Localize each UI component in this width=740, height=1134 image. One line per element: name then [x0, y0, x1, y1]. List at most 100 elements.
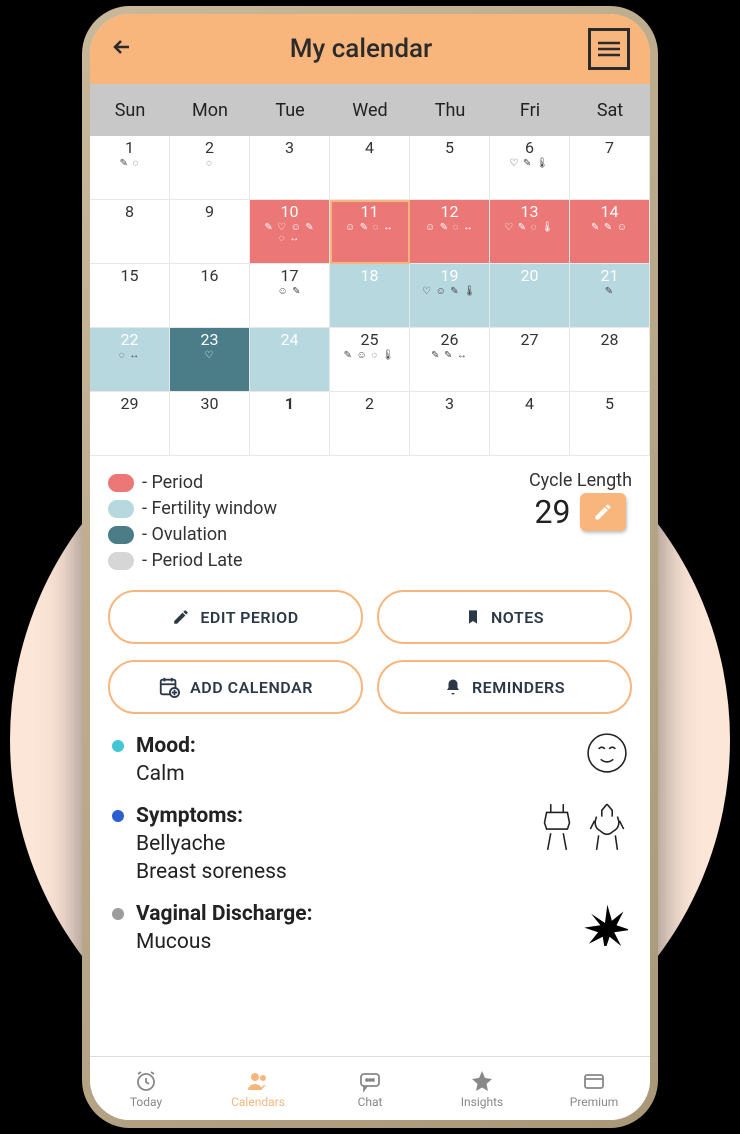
- calendar-day-cell[interactable]: 25✎ ☺ ◌ 🌡: [330, 328, 410, 392]
- calendar-day-cell[interactable]: 29: [90, 392, 170, 456]
- calendar-day-cell[interactable]: 12☺ ✎ ◌ ↔: [410, 200, 490, 264]
- calendar-day-cell[interactable]: 7: [570, 136, 650, 200]
- weekday-cell: Wed: [330, 84, 410, 136]
- calendar-day-cell[interactable]: 5: [570, 392, 650, 456]
- bellyache-icon: [536, 802, 578, 852]
- day-indicator-icons: ✎: [605, 286, 614, 297]
- calendar-day-cell[interactable]: 13♡ ✎ ◌ 🌡: [490, 200, 570, 264]
- calendar-day-cell[interactable]: 20: [490, 264, 570, 328]
- calendar-day-cell[interactable]: 26✎ ✎ ↔: [410, 328, 490, 392]
- calendar-day-cell[interactable]: 17☺ ✎: [250, 264, 330, 328]
- cycle-length-box: Cycle Length 29: [529, 470, 632, 574]
- calendar-day-cell[interactable]: 18: [330, 264, 410, 328]
- calendar-day-cell[interactable]: 23♡: [170, 328, 250, 392]
- cycle-length-value: 29: [535, 493, 571, 531]
- calendar-day-cell[interactable]: 8: [90, 200, 170, 264]
- day-indicator-icons: ◌ ↔: [119, 350, 140, 361]
- tab-premium-label: Premium: [570, 1095, 618, 1109]
- day-indicator-icons: ♡ ✎ 🌡: [510, 158, 550, 169]
- tab-today-label: Today: [130, 1095, 162, 1109]
- legend-item: - Period: [108, 470, 277, 496]
- notes-label: NOTES: [491, 608, 544, 627]
- discharge-row: Vaginal Discharge: Mucous: [112, 900, 628, 956]
- legend-label: - Fertility window: [142, 496, 277, 522]
- tab-calendars[interactable]: Calendars: [202, 1057, 314, 1120]
- legend-dot: [108, 474, 134, 492]
- splat-icon: [582, 900, 628, 946]
- add-calendar-button[interactable]: ADD CALENDAR: [108, 660, 363, 714]
- legend-item: - Fertility window: [108, 496, 277, 522]
- calendar-day-cell[interactable]: 10✎ ♡ ☺ ✎◌ ↔: [250, 200, 330, 264]
- calendar-day-cell[interactable]: 24: [250, 328, 330, 392]
- calendar-day-cell[interactable]: 3: [410, 392, 490, 456]
- weekday-cell: Thu: [410, 84, 490, 136]
- calendar-day-cell[interactable]: 14✎ ✎ ☺: [570, 200, 650, 264]
- card-icon: [581, 1069, 607, 1093]
- pencil-icon: [172, 608, 190, 626]
- calendar-day-cell[interactable]: 4: [330, 136, 410, 200]
- people-icon: [245, 1069, 271, 1093]
- weekday-cell: Mon: [170, 84, 250, 136]
- legend-area: - Period- Fertility window- Ovulation- P…: [90, 456, 650, 582]
- details-section: Mood: Calm Symptoms: Bellyache Breast so…: [90, 722, 650, 970]
- calm-face-icon: [586, 732, 628, 774]
- calendar-day-cell[interactable]: 1✎ ◌: [90, 136, 170, 200]
- calendar-day-cell[interactable]: 16: [170, 264, 250, 328]
- chat-icon: [357, 1069, 383, 1093]
- weekday-cell: Sat: [570, 84, 650, 136]
- calendar-day-cell[interactable]: 6♡ ✎ 🌡: [490, 136, 570, 200]
- calendar-day-cell[interactable]: 3: [250, 136, 330, 200]
- day-indicator-icons: ✎ ♡ ☺ ✎◌ ↔: [264, 222, 314, 244]
- weekday-cell: Sun: [90, 84, 170, 136]
- symptoms-title: Symptoms:: [136, 804, 243, 828]
- bottom-tabbar: Today Calendars Chat Insights Premium: [90, 1056, 650, 1120]
- calendar-day-cell[interactable]: 21✎: [570, 264, 650, 328]
- legend-item: - Period Late: [108, 548, 277, 574]
- bookmark-icon: [465, 607, 481, 627]
- calendar-day-cell[interactable]: 2◌: [170, 136, 250, 200]
- calendar-day-cell[interactable]: 5: [410, 136, 490, 200]
- mood-bullet: [112, 740, 124, 752]
- day-indicator-icons: ☺ ✎: [277, 286, 301, 297]
- calendar-day-cell[interactable]: 2: [330, 392, 410, 456]
- calendar-day-cell[interactable]: 11☺ ✎ ◌ ↔: [330, 200, 410, 264]
- day-indicator-icons: ♡ ✎ ◌ 🌡: [504, 222, 554, 233]
- breast-icon: [586, 802, 628, 852]
- calendar-day-cell[interactable]: 22◌ ↔: [90, 328, 170, 392]
- tab-calendars-label: Calendars: [231, 1095, 285, 1109]
- edit-period-button[interactable]: EDIT PERIOD: [108, 590, 363, 644]
- symptoms-value-2: Breast soreness: [136, 860, 287, 884]
- day-indicator-icons: ♡ ☺ ✎ 🌡: [422, 286, 477, 297]
- calendar-day-cell[interactable]: 4: [490, 392, 570, 456]
- tab-chat[interactable]: Chat: [314, 1057, 426, 1120]
- day-indicator-icons: ✎ ✎ ☺: [591, 222, 628, 233]
- calendar-day-cell[interactable]: 1: [250, 392, 330, 456]
- tab-today[interactable]: Today: [90, 1057, 202, 1120]
- discharge-title: Vaginal Discharge:: [136, 902, 313, 926]
- notes-button[interactable]: NOTES: [377, 590, 632, 644]
- tab-chat-label: Chat: [358, 1095, 383, 1109]
- calendar-day-cell[interactable]: 28: [570, 328, 650, 392]
- clock-icon: [133, 1069, 159, 1093]
- tab-premium[interactable]: Premium: [538, 1057, 650, 1120]
- calendar-day-cell[interactable]: 19♡ ☺ ✎ 🌡: [410, 264, 490, 328]
- calendar-day-cell[interactable]: 30: [170, 392, 250, 456]
- phone-frame: My calendar SunMonTueWedThuFriSat 1✎ ◌2◌…: [82, 6, 658, 1128]
- tab-insights[interactable]: Insights: [426, 1057, 538, 1120]
- tab-insights-label: Insights: [461, 1095, 503, 1109]
- mood-title: Mood:: [136, 734, 196, 758]
- menu-button[interactable]: [588, 28, 630, 70]
- calendar-day-cell[interactable]: 9: [170, 200, 250, 264]
- legend-list: - Period- Fertility window- Ovulation- P…: [108, 470, 277, 574]
- symptoms-row: Symptoms: Bellyache Breast soreness: [112, 802, 628, 886]
- legend-dot: [108, 552, 134, 570]
- reminders-button[interactable]: REMINDERS: [377, 660, 632, 714]
- calendar-day-cell[interactable]: 27: [490, 328, 570, 392]
- day-indicator-icons: ✎ ✎ ↔: [431, 350, 468, 361]
- back-button[interactable]: [110, 33, 134, 66]
- edit-cycle-button[interactable]: [580, 493, 626, 531]
- weekday-cell: Fri: [490, 84, 570, 136]
- day-indicator-icons: ✎ ☺ ◌ 🌡: [344, 350, 396, 361]
- calendar-day-cell[interactable]: 15: [90, 264, 170, 328]
- day-indicator-icons: ☺ ✎ ◌ ↔: [425, 222, 474, 233]
